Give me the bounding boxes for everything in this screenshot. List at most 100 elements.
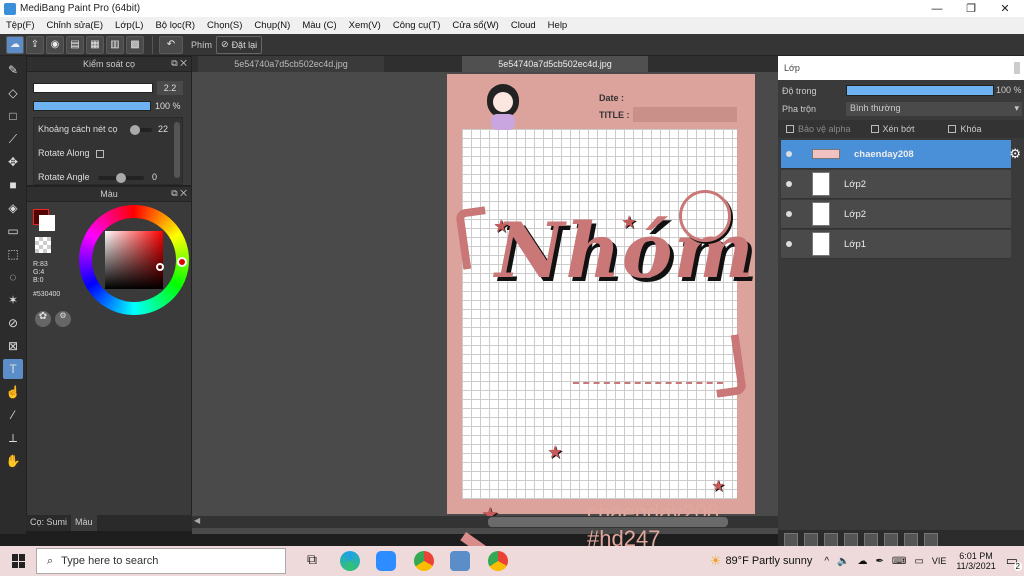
keyboard-icon[interactable]: ⌨	[892, 556, 906, 567]
eyedropper-tool-icon[interactable]: ⁄	[3, 405, 23, 425]
brush-tool-icon[interactable]: ✎	[3, 60, 23, 80]
document-tab-2[interactable]: 5e54740a7d5cb502ec4d.jpg	[462, 56, 648, 72]
lasso-tool-icon[interactable]: ◌	[3, 267, 23, 287]
notification-icon[interactable]: ▭ 2	[1006, 553, 1022, 571]
page-icon[interactable]: ▦	[86, 35, 104, 54]
select-eraser-tool-icon[interactable]: ⊠	[3, 336, 23, 356]
line-tool-icon[interactable]: ⟋	[3, 129, 23, 149]
clock[interactable]: 6:01 PM 11/3/2021	[956, 551, 995, 571]
message-icon[interactable]: ▤	[66, 35, 84, 54]
tiles-icon[interactable]: ▩	[126, 35, 144, 54]
share-icon[interactable]: ⇪	[26, 35, 44, 54]
menu-snap[interactable]: Chụp(N)	[254, 20, 290, 31]
undo-icon[interactable]: ↶	[159, 35, 183, 54]
dropper-tool-icon[interactable]: ⟂	[3, 428, 23, 448]
document-tab-1[interactable]: 5e54740a7d5cb502ec4d.jpg	[198, 56, 384, 72]
cloud-sync-icon[interactable]: ☁	[858, 556, 868, 567]
secondary-color-swatch[interactable]	[39, 215, 55, 231]
menu-file[interactable]: Tệp(F)	[6, 20, 35, 31]
transparent-color-swatch[interactable]	[35, 237, 51, 253]
layer-item[interactable]: Lớp2	[781, 170, 1011, 199]
saturation-value-square[interactable]	[105, 231, 163, 289]
horizontal-scrollbar[interactable]: ◀	[192, 516, 778, 528]
lock-checkbox[interactable]	[948, 125, 957, 133]
chrome-icon[interactable]	[414, 551, 434, 571]
merge-layer-icon[interactable]	[824, 533, 838, 547]
menu-edit[interactable]: Chỉnh sửa(E)	[47, 20, 104, 31]
menu-window[interactable]: Cửa sổ(W)	[452, 20, 498, 31]
new-layer-icon[interactable]	[784, 533, 798, 547]
minimize-button[interactable]: —	[920, 0, 954, 17]
protect-alpha-checkbox[interactable]	[786, 125, 794, 133]
text-tool-icon[interactable]: T	[3, 359, 23, 379]
tab-color[interactable]: Màu	[71, 515, 97, 531]
rotate-angle-slider[interactable]	[98, 173, 144, 183]
palette-icon[interactable]: ✿	[35, 311, 51, 327]
network-icon[interactable]: ▭	[914, 556, 923, 567]
bucket-tool-icon[interactable]: ◈	[3, 198, 23, 218]
clip-checkbox[interactable]	[870, 125, 879, 133]
layer-visibility-icon[interactable]	[786, 151, 792, 157]
windows-start-icon[interactable]	[12, 554, 26, 568]
search-input[interactable]: ⌕ Type here to search	[36, 548, 286, 574]
brush-size-value[interactable]: 2.2	[157, 81, 183, 95]
chrome-profile-icon[interactable]	[488, 551, 508, 571]
layer-visibility-icon[interactable]	[786, 181, 792, 187]
reset-button[interactable]: ⊘ Đặt lại	[216, 35, 263, 54]
zoom-icon[interactable]	[376, 551, 396, 571]
scroll-thumb[interactable]	[488, 517, 728, 527]
gear-icon[interactable]: ⚙	[1009, 146, 1021, 162]
layer-panel-scrollbar[interactable]	[1014, 62, 1020, 74]
trash-icon[interactable]	[924, 533, 938, 547]
medibang-app-icon[interactable]	[450, 551, 470, 571]
folder-icon[interactable]	[864, 533, 878, 547]
rectangle-tool-icon[interactable]: □	[3, 106, 23, 126]
menu-cloud[interactable]: Cloud	[511, 20, 536, 31]
scroll-left-arrow[interactable]: ◀	[194, 516, 200, 525]
select-tool-icon[interactable]: ⬚	[3, 244, 23, 264]
maximize-button[interactable]: ❐	[954, 0, 988, 17]
duplicate-layer-icon[interactable]	[804, 533, 818, 547]
gradient-tool-icon[interactable]: ▭	[3, 221, 23, 241]
layer-item[interactable]: chaenday208 ⚙	[781, 140, 1021, 169]
blend-mode-select[interactable]: Bình thường ▾	[846, 102, 1022, 116]
layer-visibility-icon[interactable]	[786, 211, 792, 217]
hue-wheel[interactable]	[79, 205, 189, 315]
language-indicator[interactable]: VIE	[932, 556, 947, 566]
layer-item[interactable]: Lớp1	[781, 230, 1011, 259]
spacing-slider[interactable]	[130, 125, 152, 135]
add-layer-menu-icon[interactable]	[844, 533, 858, 547]
layer-settings-icon[interactable]	[904, 533, 918, 547]
panel-buttons[interactable]: ⧉ ✕	[171, 58, 187, 69]
menu-filter[interactable]: Bộ lọc(R)	[155, 20, 195, 31]
magic-wand-tool-icon[interactable]: ✶	[3, 290, 23, 310]
sv-picker-handle[interactable]	[156, 263, 164, 271]
brush-size-bar[interactable]	[33, 83, 153, 93]
speaker-icon[interactable]: 🔈	[837, 556, 849, 567]
move-tool-icon[interactable]: ✥	[3, 152, 23, 172]
artwork-page[interactable]: Date : TITLE : Nhóm ★ ★ ★ ★ ★ chaenday20…	[447, 74, 755, 554]
menu-view[interactable]: Xem(V)	[349, 20, 381, 31]
menu-help[interactable]: Help	[548, 20, 568, 31]
hand-tool-icon[interactable]: ✋	[3, 451, 23, 471]
close-button[interactable]: ✕	[988, 0, 1022, 17]
menu-tools[interactable]: Công cụ(T)	[393, 20, 441, 31]
opacity-bar[interactable]	[33, 101, 151, 111]
grid-icon[interactable]: ▥	[106, 35, 124, 54]
hue-picker-handle[interactable]	[177, 257, 187, 267]
select-pen-tool-icon[interactable]: ⊘	[3, 313, 23, 333]
chevron-up-icon[interactable]: ^	[824, 556, 829, 567]
menu-layer[interactable]: Lớp(L)	[115, 20, 143, 31]
eraser-tool-icon[interactable]: ◇	[3, 83, 23, 103]
comment-icon[interactable]: ◉	[46, 35, 64, 54]
brush-options-scrollbar[interactable]	[174, 122, 180, 178]
cloud-icon[interactable]: ☁	[6, 35, 24, 54]
task-view-icon[interactable]: ⧉	[302, 551, 322, 571]
edge-icon[interactable]	[340, 551, 360, 571]
layer-visibility-icon[interactable]	[786, 241, 792, 247]
layer-opacity-bar[interactable]	[846, 85, 994, 96]
palette-settings-icon[interactable]: ⚙	[55, 311, 71, 327]
menu-color[interactable]: Màu (C)	[302, 20, 336, 31]
pen-icon[interactable]: ✒	[876, 556, 884, 567]
tab-brush[interactable]: Cọ: Sumi	[26, 515, 71, 531]
